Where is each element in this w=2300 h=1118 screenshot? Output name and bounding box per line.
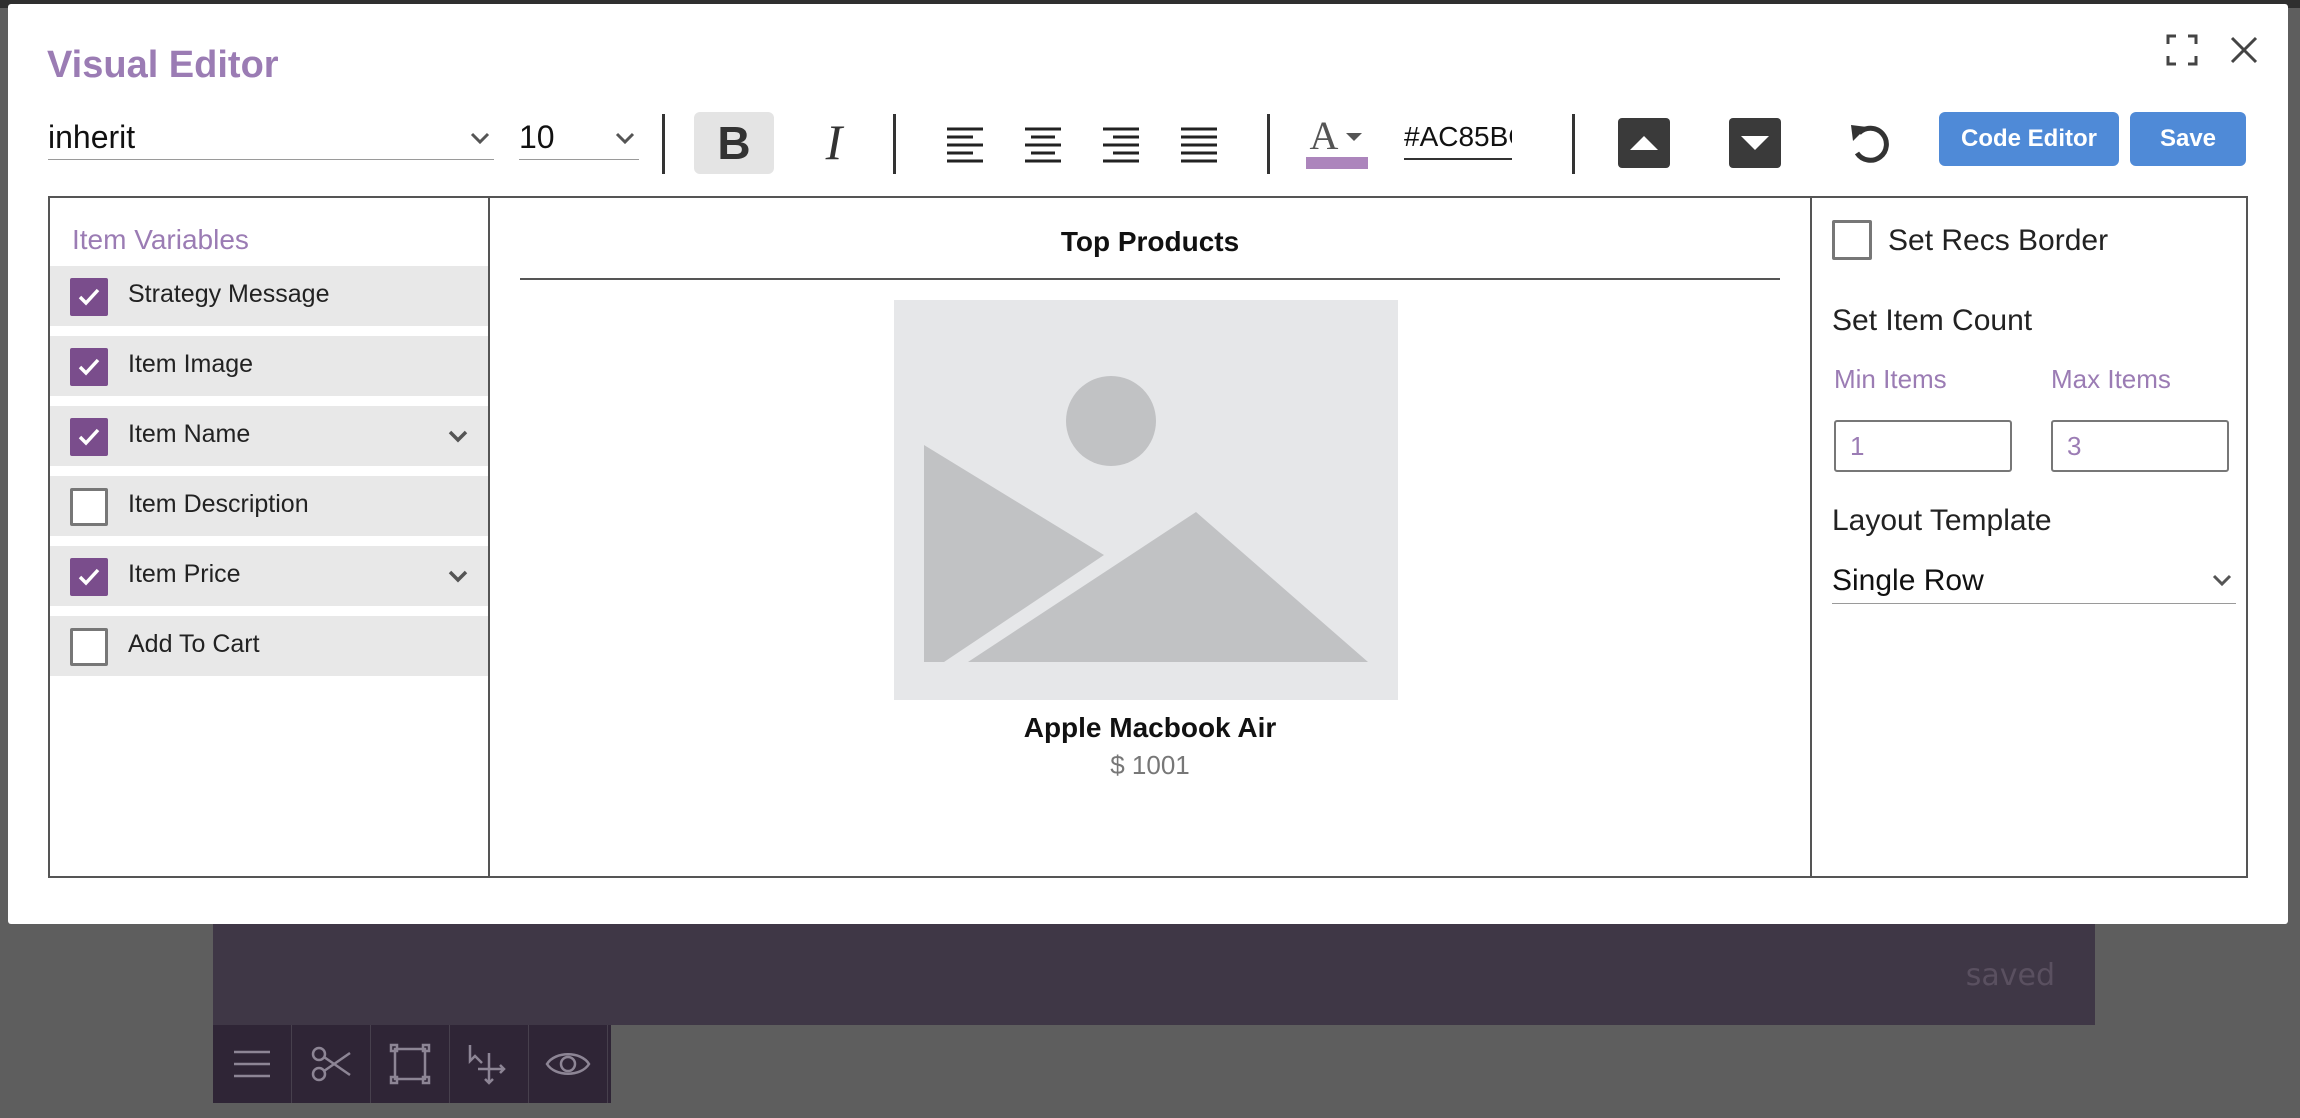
chevron-down-icon: [2212, 574, 2232, 587]
product-price[interactable]: $ 1001: [490, 750, 1810, 781]
crop-icon[interactable]: [371, 1025, 450, 1103]
min-items-value: 1: [1850, 430, 1865, 461]
eye-icon[interactable]: [529, 1025, 608, 1103]
item-price-checkbox[interactable]: [70, 558, 108, 596]
variable-label: Item Description: [128, 490, 309, 518]
text-color-swatch: [1306, 157, 1368, 169]
align-justify-button[interactable]: [1159, 112, 1239, 174]
variable-row-strategy-message[interactable]: Strategy Message: [50, 266, 488, 326]
variable-row-item-image[interactable]: Item Image: [50, 336, 488, 396]
settings-panel: Set Recs Border Set Item Count Min Items…: [1810, 198, 2246, 876]
preview-panel: Top Products Apple Macbook Air $ 1001: [490, 198, 1810, 876]
item-description-checkbox[interactable]: [70, 488, 108, 526]
svg-text:I: I: [825, 119, 845, 167]
modal-title: Visual Editor: [47, 44, 279, 86]
visual-editor-modal: Visual Editor inherit 10 B I A #AC85B Co…: [8, 4, 2288, 924]
recs-border-checkbox[interactable]: [1832, 220, 1872, 260]
text-color-hex-input[interactable]: #AC85BC: [1404, 116, 1512, 160]
font-size-value: 10: [519, 119, 555, 155]
max-items-value: 3: [2067, 430, 2082, 461]
align-center-icon: [1025, 127, 1061, 163]
check-icon: [78, 568, 100, 586]
toolbar-divider: [893, 114, 896, 174]
image-placeholder-icon[interactable]: [894, 300, 1398, 700]
variable-label: Item Image: [128, 350, 254, 378]
chevron-down-icon: [615, 132, 635, 145]
code-editor-button[interactable]: Code Editor: [1939, 112, 2119, 166]
strategy-message-checkbox[interactable]: [70, 278, 108, 316]
variable-row-item-description[interactable]: Item Description: [50, 476, 488, 536]
italic-icon: I: [825, 119, 845, 167]
bold-icon: B: [717, 119, 750, 167]
close-icon[interactable]: [2224, 30, 2264, 70]
item-count-heading: Set Item Count: [1832, 304, 2033, 337]
max-items-input[interactable]: 3: [2051, 420, 2229, 472]
font-family-select[interactable]: inherit: [48, 116, 494, 160]
item-name-checkbox[interactable]: [70, 418, 108, 456]
svg-text:B: B: [717, 119, 750, 167]
variable-label: Strategy Message: [128, 280, 330, 308]
toolbar-divider: [1267, 114, 1270, 174]
align-right-button[interactable]: [1081, 112, 1161, 174]
align-left-icon: [947, 127, 983, 163]
variable-label: Item Name: [128, 420, 251, 448]
check-icon: [78, 358, 100, 376]
max-items-label: Max Items: [2051, 364, 2171, 394]
align-justify-icon: [1181, 127, 1217, 163]
expand-icon[interactable]: [2162, 30, 2202, 70]
italic-button[interactable]: I: [794, 112, 874, 174]
background-toolbar: [213, 1025, 611, 1103]
move-up-button[interactable]: [1604, 112, 1684, 174]
item-variables-heading: Item Variables: [72, 224, 249, 255]
scissors-icon[interactable]: [292, 1025, 371, 1103]
move-up-icon: [1618, 118, 1670, 168]
undo-button[interactable]: [1829, 112, 1909, 174]
check-icon: [78, 288, 100, 306]
move-down-icon: [1729, 118, 1781, 168]
check-icon: [78, 428, 100, 446]
preview-divider: [520, 278, 1780, 280]
save-button[interactable]: Save: [2130, 112, 2246, 166]
toolbar-divider: [662, 114, 665, 174]
min-items-label: Min Items: [1834, 364, 1947, 394]
add-to-cart-checkbox[interactable]: [70, 628, 108, 666]
bold-button[interactable]: B: [694, 112, 774, 174]
layout-template-value: Single Row: [1832, 563, 1984, 597]
move-down-button[interactable]: [1715, 112, 1795, 174]
layout-template-select[interactable]: Single Row: [1832, 558, 2236, 604]
text-color-button[interactable]: A: [1298, 112, 1378, 174]
toolbar-divider: [1572, 114, 1575, 174]
variable-label: Add To Cart: [128, 630, 260, 658]
editor-workspace: Item Variables Strategy Message Item Ima…: [48, 196, 2248, 878]
align-right-icon: [1103, 127, 1139, 163]
variable-row-item-name[interactable]: Item Name: [50, 406, 488, 466]
background-content-band: saved: [213, 920, 2095, 1025]
saved-status: saved: [1965, 958, 2055, 993]
min-items-input[interactable]: 1: [1834, 420, 2012, 472]
font-size-select[interactable]: 10: [519, 116, 639, 160]
variable-row-add-to-cart[interactable]: Add To Cart: [50, 616, 488, 676]
item-image-checkbox[interactable]: [70, 348, 108, 386]
text-color-hex-value: #AC85BC: [1404, 121, 1512, 152]
variable-row-item-price[interactable]: Item Price: [50, 546, 488, 606]
chevron-down-icon[interactable]: [446, 564, 470, 588]
preview-title[interactable]: Top Products: [490, 226, 1810, 258]
move-icon[interactable]: [450, 1025, 529, 1103]
chevron-down-icon[interactable]: [446, 424, 470, 448]
chevron-down-icon: [470, 132, 490, 145]
recs-border-label: Set Recs Border: [1888, 224, 2109, 257]
product-name[interactable]: Apple Macbook Air: [490, 712, 1810, 744]
undo-icon: [1851, 125, 1889, 163]
layout-template-heading: Layout Template: [1832, 504, 2052, 537]
variable-label: Item Price: [128, 560, 241, 588]
text-color-icon: A: [1306, 115, 1368, 169]
font-family-value: inherit: [48, 119, 136, 155]
align-center-button[interactable]: [1003, 112, 1083, 174]
align-left-button[interactable]: [925, 112, 1005, 174]
menu-icon[interactable]: [213, 1025, 292, 1103]
svg-text:A: A: [1310, 115, 1339, 158]
formatting-toolbar: inherit 10 B I A #AC85B Code Editor Save: [8, 104, 2288, 184]
item-variables-panel: Item Variables Strategy Message Item Ima…: [50, 198, 490, 876]
